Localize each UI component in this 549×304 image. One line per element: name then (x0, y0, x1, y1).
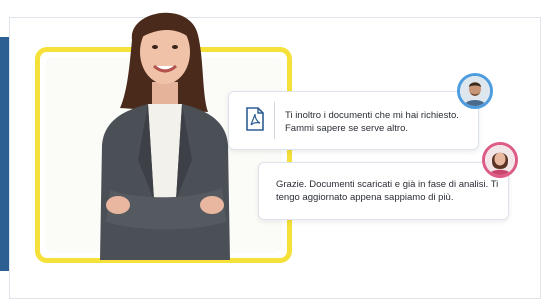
bubble-divider (274, 102, 275, 139)
male-user-avatar (457, 73, 493, 109)
chat-message-text: Ti inoltro i documenti che mi hai richie… (285, 110, 459, 134)
woman-photo (80, 0, 250, 260)
chat-message-bubble: Ti inoltro i documenti che mi hai richie… (228, 91, 479, 150)
chat-reply-bubble: Grazie. Documenti scaricati e già in fas… (258, 162, 509, 220)
female-user-avatar (482, 142, 518, 178)
pdf-document-icon[interactable] (246, 107, 264, 131)
chat-reply-text: Grazie. Documenti scaricati e già in fas… (276, 179, 499, 203)
